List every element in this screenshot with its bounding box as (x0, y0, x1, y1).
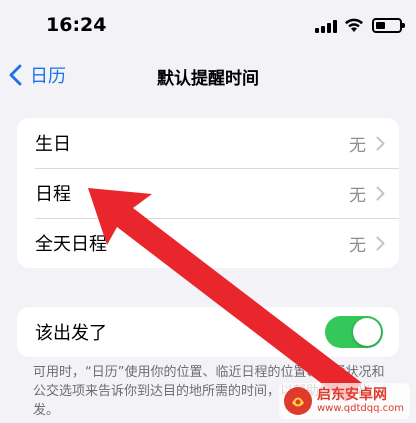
battery-icon (372, 18, 405, 33)
row-label: 生日 (35, 134, 71, 155)
navigation-bar: 日历 默认提醒时间 (0, 52, 416, 98)
row-events[interactable]: 日程 无 (17, 168, 399, 218)
chevron-right-icon (376, 186, 385, 200)
watermark-logo-icon (284, 387, 312, 415)
status-time: 16:24 (46, 14, 107, 36)
row-label: 全天日程 (35, 234, 107, 255)
status-bar: 16:24 (0, 0, 416, 52)
row-value: 无 (349, 135, 366, 156)
row-value: 无 (349, 235, 366, 256)
toggle-knob (353, 318, 381, 346)
row-birthdays[interactable]: 生日 无 (17, 118, 399, 168)
reminder-settings-group: 生日 无 日程 无 全天日程 无 (17, 118, 399, 268)
cellular-signal-icon (315, 20, 337, 33)
watermark: 启东安卓网 www.qdtdqq.com (279, 383, 410, 419)
wifi-icon (345, 18, 363, 32)
time-to-leave-group: 该出发了 (17, 307, 399, 357)
page-title: 默认提醒时间 (157, 69, 259, 89)
time-to-leave-toggle[interactable] (325, 316, 383, 348)
chevron-right-icon (376, 136, 385, 150)
watermark-name: 启东安卓网 (317, 387, 387, 403)
row-all-day-events[interactable]: 全天日程 无 (17, 218, 399, 268)
row-value: 无 (349, 185, 366, 206)
chevron-right-icon (376, 236, 385, 250)
row-label: 日程 (35, 184, 71, 205)
watermark-url: www.qdtdqq.com (317, 403, 404, 414)
